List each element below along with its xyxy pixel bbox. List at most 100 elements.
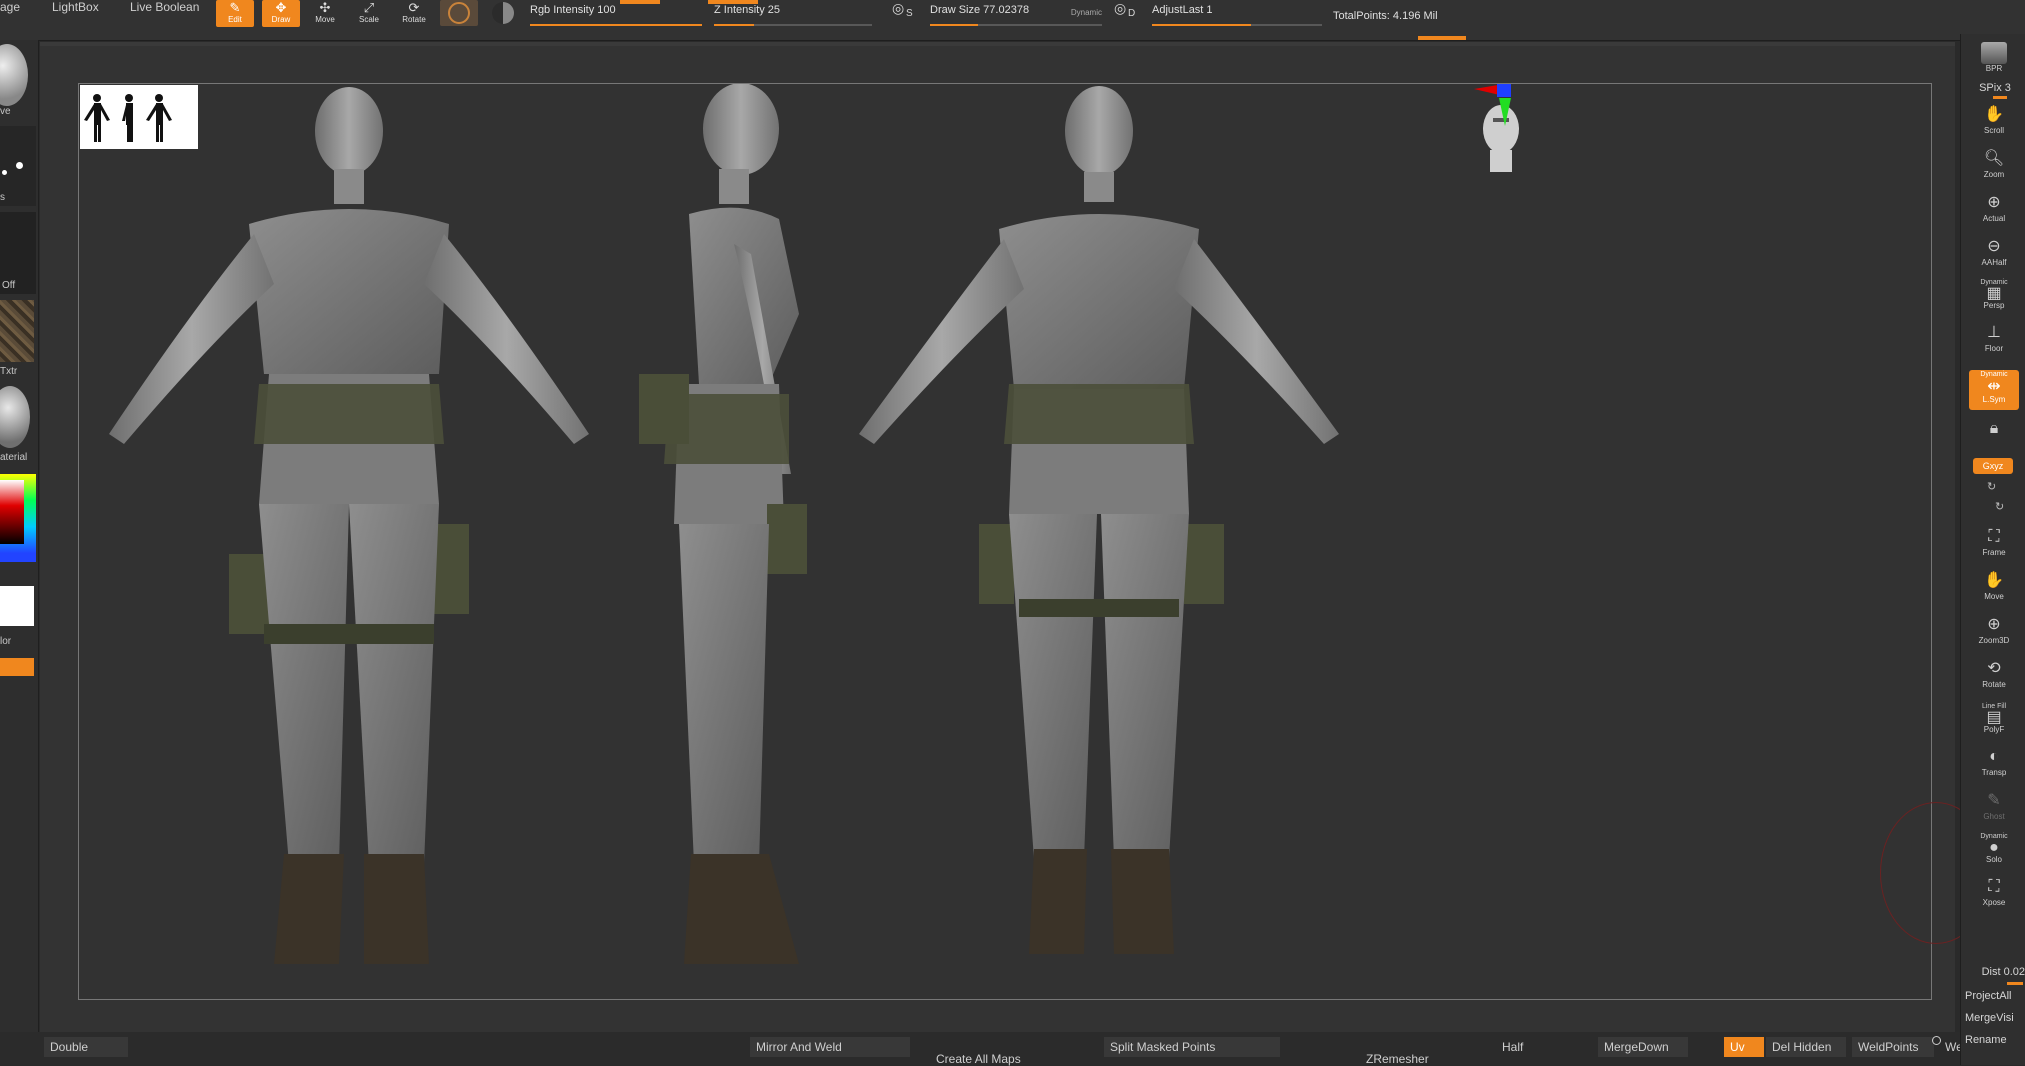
zoom3d-icon: ⊕ — [1987, 616, 2001, 633]
navigation-head-icon[interactable] — [1483, 105, 1519, 172]
symmetry-d-toggle[interactable]: ◎ D — [1112, 0, 1138, 24]
move-icon: ✣ — [319, 0, 331, 15]
alpha-slot[interactable]: Off — [0, 212, 36, 294]
top-toolbar: age LightBox Live Boolean ✎ Edit ✥ Draw … — [0, 0, 2025, 41]
color-picker[interactable] — [0, 472, 36, 626]
color-square[interactable] — [0, 480, 24, 544]
total-points: TotalPoints: 4.196 Mil — [1333, 10, 1438, 22]
color-label: lor — [0, 636, 12, 647]
rotate-view-button[interactable]: ⟲ Rotate — [1969, 658, 2019, 696]
brush-slot[interactable]: ve — [0, 40, 36, 120]
main-color-swatch[interactable] — [0, 586, 34, 626]
tab-lightbox[interactable]: LightBox — [52, 0, 99, 16]
stroke-dot-icon — [16, 162, 23, 169]
dist-slider[interactable]: Dist 0.02 — [1965, 966, 2025, 978]
rotate-y-icon[interactable]: ↻ — [1987, 480, 1996, 493]
material-preview-icon — [0, 386, 30, 448]
z-intensity-slider[interactable]: Z Intensity 25 — [708, 0, 872, 28]
draw-icon: ✥ — [275, 0, 287, 15]
we-label[interactable]: We — [1945, 1040, 1960, 1054]
transp-button[interactable]: ◐ Transp — [1969, 746, 2019, 784]
xpose-icon: ⛶ — [1988, 878, 2000, 895]
zoom-button[interactable]: 🔍︎ Zoom — [1969, 148, 2019, 186]
right-shelf: BPR SPix 3 ✋ Scroll 🔍︎ Zoom ⊕ Actual ⊖ A… — [1960, 34, 2025, 1065]
frame-button[interactable]: ⛶ Frame — [1969, 526, 2019, 564]
weld-points-button[interactable]: WeldPoints — [1852, 1037, 1934, 1057]
create-all-maps-button[interactable]: Create All Maps — [936, 1052, 1021, 1066]
solo-button[interactable]: Dynamic ● Solo — [1969, 832, 2019, 870]
lsym-button[interactable]: Dynamic ⇹ L.Sym — [1969, 370, 2019, 410]
rotate-z-icon[interactable]: ↻ — [1995, 500, 2004, 513]
brush-preview-icon — [0, 44, 28, 106]
ghost-button[interactable]: ✎ Ghost — [1969, 790, 2019, 828]
edit-button[interactable]: ✎ Edit — [216, 0, 254, 27]
symmetry-s-toggle[interactable]: ◎ S — [890, 0, 916, 24]
rename-button[interactable]: Rename — [1965, 1034, 2025, 1046]
draw-size-slider[interactable]: Draw Size 77.02378 Dynamic — [930, 4, 1102, 28]
zremesher-button[interactable]: ZRemesher — [1366, 1052, 1429, 1066]
rgb-intensity-slider[interactable]: Rgb Intensity 100 — [530, 0, 702, 28]
rotate-button[interactable]: ⟳ Rotate — [395, 0, 433, 27]
left-shelf: ve s Off Txtr aterial lor — [0, 40, 39, 1040]
double-button[interactable]: Double — [44, 1037, 128, 1057]
target-icon: ◎ — [1114, 0, 1127, 16]
polyframe-icon: ▤ — [1986, 709, 2002, 726]
scale-button[interactable]: ⤢ Scale — [350, 0, 388, 27]
edit-icon: ✎ — [229, 0, 241, 15]
stroke-dot-icon — [2, 170, 7, 175]
figure-side-view — [639, 84, 807, 964]
spix-value[interactable]: SPix 3 — [1965, 82, 2025, 94]
half-toggle[interactable]: Half — [1502, 1040, 1523, 1054]
del-hidden-button[interactable]: Del Hidden — [1766, 1037, 1846, 1057]
scroll-hand-icon: ✋ — [1984, 106, 2004, 123]
canvas-top-strip — [40, 42, 1955, 46]
material-swatch[interactable] — [440, 0, 478, 26]
persp-button[interactable]: Dynamic ▦ Persp — [1969, 278, 2019, 316]
project-all-button[interactable]: ProjectAll — [1965, 990, 2025, 1002]
polyf-button[interactable]: Line Fill ▤ PolyF — [1969, 702, 2019, 740]
xyz-toggle[interactable]: Gxyz — [1973, 458, 2013, 474]
mirror-and-weld-button[interactable]: Mirror And Weld — [750, 1037, 910, 1057]
move-button[interactable]: ✣ Move — [306, 0, 344, 27]
split-masked-points-button[interactable]: Split Masked Points — [1104, 1037, 1280, 1057]
merge-down-button[interactable]: MergeDown — [1598, 1037, 1688, 1057]
slider-fill — [714, 24, 754, 26]
move-view-button[interactable]: ✋ Move — [1969, 570, 2019, 608]
document-frame[interactable] — [78, 83, 1932, 1000]
tab-live-boolean[interactable]: Live Boolean — [130, 0, 199, 16]
material-slot[interactable]: aterial — [0, 384, 36, 468]
lock-button[interactable]: 🔒︎ — [1969, 418, 2019, 448]
solo-icon: ● — [1989, 839, 1999, 856]
merge-visible-button[interactable]: MergeVisi — [1965, 1012, 2025, 1024]
scene-svg — [80, 84, 1519, 964]
texture-preview-icon — [0, 300, 34, 362]
move-hand-icon: ✋ — [1984, 572, 2004, 589]
secondary-color-swatch[interactable] — [0, 658, 34, 676]
scroll-button[interactable]: ✋ Scroll — [1969, 104, 2019, 142]
texture-slot[interactable]: Txtr — [0, 298, 36, 380]
uv-toggle[interactable]: Uv — [1724, 1037, 1764, 1057]
floor-button[interactable]: ⊥ Floor — [1969, 322, 2019, 360]
slider-fill — [530, 24, 702, 26]
tab-image[interactable]: age — [0, 0, 20, 16]
zoom3d-button[interactable]: ⊕ Zoom3D — [1969, 614, 2019, 652]
slider-fill — [1152, 24, 1251, 26]
actual-button[interactable]: ⊕ Actual — [1969, 192, 2019, 230]
zoom-icon: 🔍︎ — [1983, 150, 2005, 167]
spix-slider-fill — [1993, 96, 2007, 99]
aahalf-icon: ⊖ — [1987, 238, 2001, 255]
figure-front-view — [859, 86, 1339, 954]
adjust-last-slider[interactable]: AdjustLast 1 — [1152, 4, 1322, 28]
draw-button[interactable]: ✥ Draw — [262, 0, 300, 27]
lock-icon: 🔒︎ — [1989, 420, 1999, 437]
zadd-zsub-toggle-icon[interactable] — [492, 2, 514, 24]
zadd-indicator — [708, 0, 758, 4]
rotate3d-icon: ⟲ — [1987, 660, 2001, 677]
stroke-slot[interactable]: s — [0, 126, 36, 206]
weld-dist-icon[interactable] — [1932, 1036, 1941, 1045]
bpr-button[interactable]: BPR — [1969, 42, 2019, 78]
xpose-button[interactable]: ⛶ Xpose — [1969, 876, 2019, 914]
bpr-icon — [1981, 42, 2007, 64]
rgb-indicator — [620, 0, 660, 4]
aahalf-button[interactable]: ⊖ AAHalf — [1969, 236, 2019, 274]
